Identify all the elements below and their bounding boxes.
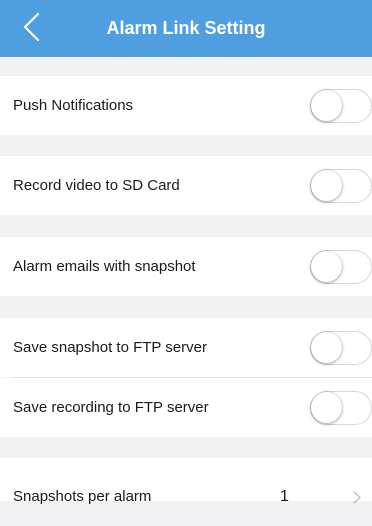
snapshots-value: 1 [280,488,289,505]
setting-row-ftp-recording: Save recording to FTP server [0,378,372,437]
setting-row-record-sd: Record video to SD Card [0,156,372,215]
toggle-knob [311,332,342,363]
setting-row-ftp-snapshot: Save snapshot to FTP server [0,318,372,377]
ftp-snapshot-toggle[interactable] [310,331,372,365]
alarm-emails-toggle[interactable] [310,250,372,284]
setting-label: Save snapshot to FTP server [13,339,207,356]
setting-label: Snapshots per alarm [13,488,152,505]
record-sd-toggle[interactable] [310,169,372,203]
toggle-knob [311,251,342,282]
push-notifications-toggle[interactable] [310,89,372,123]
page-title: Alarm Link Setting [106,18,266,38]
ftp-recording-toggle[interactable] [310,391,372,425]
setting-row-push-notifications: Push Notifications [0,76,372,135]
setting-label: Save recording to FTP server [13,399,209,416]
toggle-knob [311,170,342,201]
setting-label: Record video to SD Card [13,177,180,194]
nav-bar: Alarm Link Setting [0,0,372,57]
chevron-right-icon [353,491,361,504]
setting-row-snapshots-per-alarm[interactable]: Snapshots per alarm 1 [0,458,372,505]
setting-row-alarm-emails: Alarm emails with snapshot [0,237,372,296]
toggle-knob [311,90,342,121]
setting-label: Push Notifications [13,97,134,114]
toggle-knob [311,392,342,423]
setting-label: Alarm emails with snapshot [13,258,196,275]
